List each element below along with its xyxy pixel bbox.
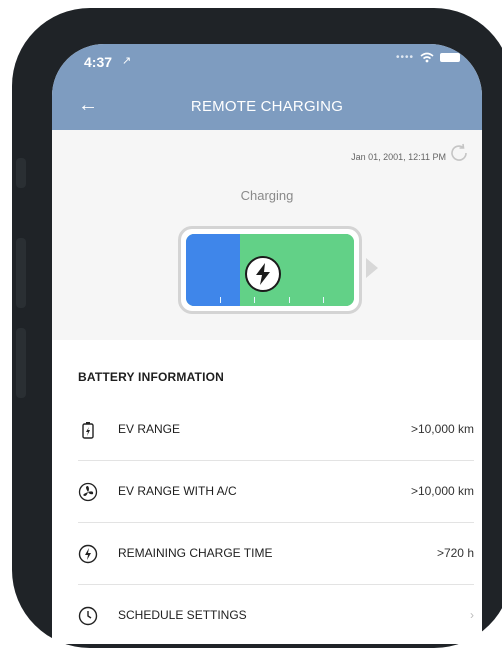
- status-indicators: ••••: [396, 52, 460, 63]
- charging-status: Charging: [240, 188, 294, 203]
- mute-switch: [16, 158, 26, 188]
- page-title: REMOTE CHARGING: [190, 98, 344, 115]
- ev-battery-icon: [82, 422, 94, 439]
- row-label: SCHEDULE SETTINGS: [118, 608, 247, 622]
- row-value: >10,000 km: [410, 422, 474, 436]
- battery-tick: [289, 297, 290, 303]
- signal-icon: ••••: [395, 52, 414, 63]
- last-updated-timestamp: Jan 01, 2001, 12:11 PM: [351, 152, 446, 162]
- refresh-icon[interactable]: [448, 142, 470, 164]
- row-label: EV RANGE WITH A/C: [118, 484, 237, 498]
- volume-down-button: [16, 328, 26, 398]
- phone-frame: 4:37 ↗ •••• ← REMOTE CHARGING Jan 01, 20…: [12, 8, 502, 648]
- row-label: REMAINING CHARGE TIME: [118, 546, 273, 560]
- volume-up-button: [16, 238, 26, 308]
- battery-tick: [254, 297, 255, 303]
- schedule-settings-row[interactable]: SCHEDULE SETTINGS ›: [78, 586, 474, 644]
- app-screen: 4:37 ↗ •••• ← REMOTE CHARGING Jan 01, 20…: [52, 44, 482, 644]
- row-value: >720 h: [436, 546, 474, 560]
- ev-range-row: EV RANGE >10,000 km: [78, 400, 474, 461]
- schedule-icon: [78, 606, 98, 626]
- status-battery-icon: [440, 53, 460, 62]
- row-label: EV RANGE: [118, 422, 181, 436]
- wifi-icon: [420, 52, 434, 63]
- charge-time-icon: [78, 544, 98, 564]
- chevron-right-icon: ›: [470, 608, 474, 622]
- fan-icon: [78, 482, 98, 502]
- battery-tick: [220, 297, 221, 303]
- app-header: 4:37 ↗ •••• ← REMOTE CHARGING: [52, 44, 482, 130]
- battery-terminal: [366, 258, 378, 278]
- battery-information-title: BATTERY INFORMATION: [78, 370, 225, 384]
- lightning-bolt-icon: [245, 256, 281, 292]
- row-value: >10,000 km: [410, 484, 474, 498]
- battery-tick: [323, 297, 324, 303]
- battery-level-fill: [186, 234, 240, 306]
- ev-range-ac-row: EV RANGE WITH A/C >10,000 km: [78, 462, 474, 523]
- remaining-charge-time-row: REMAINING CHARGE TIME >720 h: [78, 524, 474, 585]
- location-icon: ↗: [122, 55, 132, 67]
- status-time: 4:37: [84, 54, 113, 70]
